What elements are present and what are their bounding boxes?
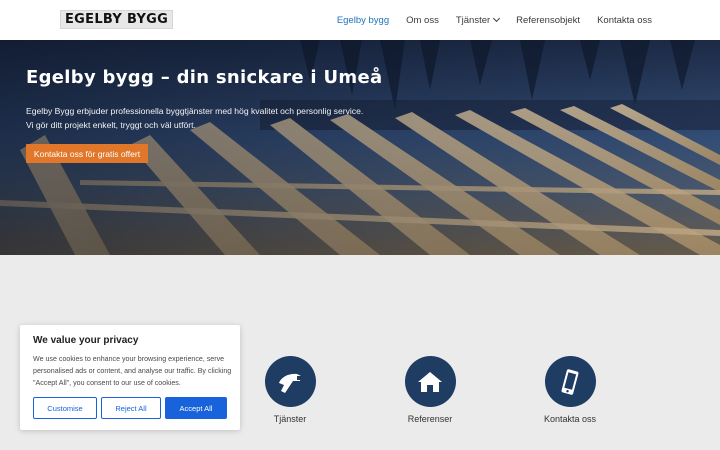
cookie-text: We use cookies to enhance your browsing … xyxy=(33,355,232,388)
nav-label: Tjänster xyxy=(455,14,491,26)
nav-item-referensobjekt[interactable]: Referensobjekt xyxy=(516,15,580,26)
nav-label: Referensobjekt xyxy=(516,14,581,26)
accept-all-button[interactable]: Accept All xyxy=(165,397,227,419)
service-label: Referenser xyxy=(407,414,453,424)
site-logo[interactable]: EGELBY BYGG xyxy=(60,10,174,29)
site-header: EGELBY BYGG Egelby bygg Om oss Tjänster … xyxy=(0,0,720,40)
main-nav: Egelby bygg Om oss Tjänster Referensobje… xyxy=(337,0,652,40)
phone-icon xyxy=(544,356,596,407)
nav-label: Egelby bygg xyxy=(336,14,390,26)
nav-item-tjanster[interactable]: Tjänster xyxy=(455,14,501,26)
service-kontakta-oss[interactable]: Kontakta oss xyxy=(515,356,625,424)
service-label: Kontakta oss xyxy=(543,414,597,424)
house-icon xyxy=(404,356,456,407)
hero-title: Egelby bygg – din snickare i Umeå xyxy=(26,67,383,88)
service-referenser[interactable]: Referenser xyxy=(375,356,485,424)
hero-text-line: Egelby Bygg erbjuder professionella bygg… xyxy=(26,106,364,116)
chevron-down-icon xyxy=(493,14,501,23)
nav-item-om-oss[interactable]: Om oss xyxy=(406,15,439,26)
hero-description: Egelby Bygg erbjuder professionella bygg… xyxy=(26,104,386,132)
service-tjanster[interactable]: Tjänster xyxy=(235,356,345,424)
cookie-title: We value your privacy xyxy=(33,335,139,346)
service-label: Tjänster xyxy=(273,414,307,424)
hero-text-line: Vi gör ditt projekt enkelt, tryggt och v… xyxy=(26,120,196,130)
nav-label: Om oss xyxy=(406,14,439,26)
customise-button[interactable]: Customise xyxy=(33,397,97,419)
nav-item-kontakta-oss[interactable]: Kontakta oss xyxy=(597,15,652,26)
hero-section: Egelby bygg – din snickare i Umeå Egelby… xyxy=(0,40,720,255)
contact-cta-button[interactable]: Kontakta oss för gratis offert xyxy=(26,144,148,163)
logo-text: EGELBY BYGG xyxy=(65,12,169,27)
nav-label: Kontakta oss xyxy=(597,14,652,26)
cookie-consent-banner: We value your privacy We use cookies to … xyxy=(20,325,240,430)
hammer-drill-icon xyxy=(264,356,316,407)
nav-item-egelby-bygg[interactable]: Egelby bygg xyxy=(337,15,389,26)
reject-all-button[interactable]: Reject All xyxy=(101,397,161,419)
